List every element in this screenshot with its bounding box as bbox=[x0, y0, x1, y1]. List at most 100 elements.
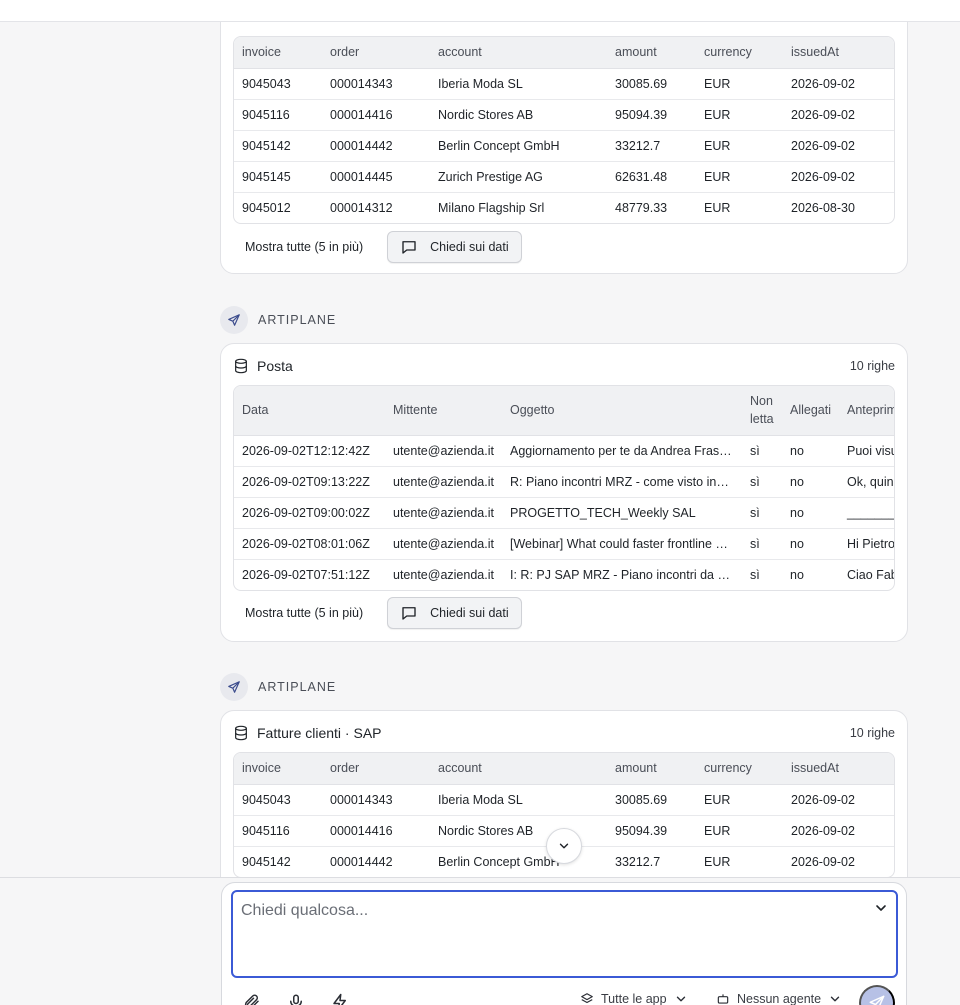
column-header[interactable]: Non letta bbox=[742, 386, 782, 436]
column-header[interactable]: issuedAt bbox=[783, 753, 894, 785]
card-title-text: Posta bbox=[257, 358, 293, 374]
cell-invoice: 9045142 bbox=[234, 130, 322, 162]
mail-table: Data Mittente Oggetto Non letta Allegati… bbox=[233, 385, 895, 591]
lightning-icon[interactable] bbox=[331, 993, 349, 1005]
cell-issued-at: 2026-09-02 bbox=[783, 784, 894, 816]
column-header[interactable]: account bbox=[430, 37, 607, 69]
column-header[interactable]: Mittente bbox=[385, 386, 502, 436]
card-title-text: Fatture clienti · SAP bbox=[257, 725, 382, 741]
column-header[interactable]: currency bbox=[696, 753, 783, 785]
cell-sender: utente@azienda.it bbox=[385, 435, 502, 467]
column-header[interactable]: Data bbox=[234, 386, 385, 436]
cell-issued-at: 2026-09-02 bbox=[783, 815, 894, 847]
result-card-mail: Posta 10 righe Data Mittente Oggetto Non… bbox=[220, 343, 908, 642]
agent-selector-label: Nessun agente bbox=[737, 992, 822, 1005]
agent-selector[interactable]: Nessun agente bbox=[716, 992, 842, 1005]
table-row[interactable]: 2026-09-02T09:00:02Z utente@azienda.it P… bbox=[234, 497, 894, 529]
column-header[interactable]: currency bbox=[696, 37, 783, 69]
table-row[interactable]: 2026-09-02T12:12:42Z utente@azienda.it A… bbox=[234, 435, 894, 467]
database-icon bbox=[235, 725, 247, 741]
cell-attachments: no bbox=[790, 567, 804, 582]
column-header[interactable]: issuedAt bbox=[783, 37, 894, 69]
cell-currency: EUR bbox=[696, 99, 783, 131]
cell-issued-at: 2026-09-02 bbox=[791, 854, 855, 869]
cell-sender: utente@azienda.it bbox=[385, 528, 502, 560]
column-header[interactable]: order bbox=[322, 753, 430, 785]
cell-invoice: 9045043 bbox=[234, 784, 322, 816]
column-header[interactable]: invoice bbox=[234, 37, 322, 69]
cell-amount: 62631.48 bbox=[607, 161, 696, 193]
chat-scroll-area[interactable]: invoice order account amount currency is… bbox=[0, 0, 960, 877]
cell-account: Iberia Moda SL bbox=[430, 784, 607, 816]
cell-unread: sì bbox=[742, 435, 782, 467]
cell-invoice: 9045012 bbox=[242, 200, 291, 215]
table-row: 9045116 000014416 Nordic Stores AB 95094… bbox=[234, 99, 894, 131]
cell-subject: Aggiornamento per te da Andrea Frascati bbox=[502, 435, 742, 467]
cell-subject: [Webinar] What could faster frontline hi… bbox=[502, 528, 742, 560]
apps-selector[interactable]: Tutte le app bbox=[580, 992, 688, 1005]
cell-preview: ______________ bbox=[839, 497, 894, 529]
apps-selector-label: Tutte le app bbox=[601, 992, 667, 1005]
table-row[interactable]: 2026-09-02T09:13:22Z utente@azienda.it R… bbox=[234, 466, 894, 498]
cell-order: 000014445 bbox=[322, 161, 430, 193]
cell-subject: I: R: PJ SAP MRZ - Piano incontri da set… bbox=[510, 567, 742, 582]
cell-unread: sì bbox=[742, 497, 782, 529]
cell-date: 2026-09-02T07:51:12Z bbox=[242, 567, 370, 582]
microphone-icon[interactable] bbox=[287, 993, 305, 1005]
cell-currency: EUR bbox=[696, 784, 783, 816]
cell-date: 2026-09-02T09:00:02Z bbox=[234, 497, 385, 529]
show-all-button[interactable]: Mostra tutte (5 in più) bbox=[233, 231, 375, 263]
cell-subject: PROGETTO_TECH_Weekly SAL bbox=[502, 497, 742, 529]
cell-issued-at: 2026-09-02 bbox=[783, 99, 894, 131]
send-icon bbox=[869, 995, 885, 1005]
cell-issued-at: 2026-09-02 bbox=[783, 130, 894, 162]
scroll-to-bottom-button[interactable] bbox=[546, 828, 582, 864]
column-header[interactable]: Oggetto bbox=[502, 386, 742, 436]
column-header[interactable]: invoice bbox=[234, 753, 322, 785]
attach-icon[interactable] bbox=[243, 993, 261, 1005]
column-header[interactable]: Anteprima bbox=[839, 386, 894, 436]
column-header[interactable]: amount bbox=[607, 37, 696, 69]
cell-currency: EUR bbox=[696, 130, 783, 162]
show-all-button[interactable]: Mostra tutte (5 in più) bbox=[233, 597, 375, 629]
cell-invoice: 9045142 bbox=[242, 854, 291, 869]
cell-amount: 33212.7 bbox=[607, 130, 696, 162]
cell-subject: R: Piano incontri MRZ - come visto insie… bbox=[502, 466, 742, 498]
card-header: Fatture clienti · SAP 10 righe bbox=[233, 725, 895, 741]
chevron-down-icon bbox=[559, 843, 569, 849]
column-header[interactable]: account bbox=[430, 753, 607, 785]
card-actions: Mostra tutte (5 in più) Chiedi sui dati bbox=[233, 597, 522, 629]
table-row[interactable]: 2026-09-02T08:01:06Z utente@azienda.it [… bbox=[234, 528, 894, 560]
ask-data-button[interactable]: Chiedi sui dati bbox=[387, 597, 522, 629]
cell-sender: utente@azienda.it bbox=[393, 567, 494, 582]
cell-order: 000014343 bbox=[322, 784, 430, 816]
result-card-invoices-top: invoice order account amount currency is… bbox=[220, 0, 908, 274]
table-row[interactable]: 2026-09-02T07:51:12Z utente@azienda.it I… bbox=[234, 559, 894, 590]
cell-invoice: 9045145 bbox=[234, 161, 322, 193]
table-row: 9045012 000014312 Milano Flagship Srl 48… bbox=[234, 192, 894, 223]
cell-account: Milano Flagship Srl bbox=[438, 200, 545, 215]
prompt-input[interactable] bbox=[231, 890, 898, 978]
cell-unread: sì bbox=[742, 528, 782, 560]
cell-preview: Hi Pietro bbox=[839, 528, 894, 560]
cell-account: Berlin Concept GmbH bbox=[430, 130, 607, 162]
chevron-down-icon[interactable] bbox=[873, 900, 889, 916]
cell-attachments: no bbox=[782, 528, 839, 560]
card-header: Posta 10 righe bbox=[233, 358, 895, 374]
cell-amount: 30085.69 bbox=[607, 784, 696, 816]
cell-currency: EUR bbox=[696, 68, 783, 100]
cell-preview: Ciao Fabio bbox=[847, 567, 894, 582]
column-header[interactable]: amount bbox=[607, 753, 696, 785]
cell-invoice: 9045043 bbox=[234, 68, 322, 100]
card-title: Posta bbox=[233, 358, 293, 374]
column-header[interactable]: Allegati bbox=[782, 386, 839, 436]
cell-order: 000014442 bbox=[322, 130, 430, 162]
cell-order: 000014416 bbox=[322, 99, 430, 131]
chevron-down-icon bbox=[830, 996, 840, 1002]
column-header[interactable]: order bbox=[322, 37, 430, 69]
cell-amount: 95094.39 bbox=[607, 815, 696, 847]
paper-plane-icon bbox=[220, 306, 248, 334]
ask-data-button[interactable]: Chiedi sui dati bbox=[387, 231, 522, 263]
cell-preview: Puoi visualizzare bbox=[839, 435, 894, 467]
cell-currency: EUR bbox=[696, 815, 783, 847]
